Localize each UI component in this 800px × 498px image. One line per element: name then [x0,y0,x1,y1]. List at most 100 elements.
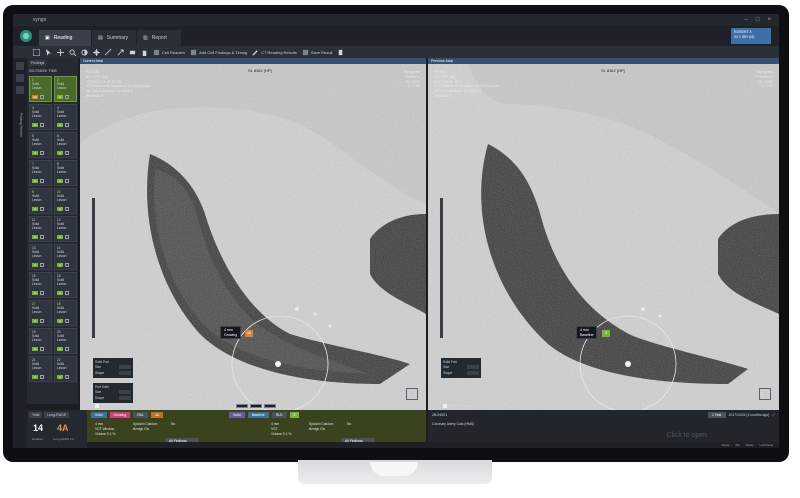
list-icon[interactable] [16,74,24,82]
select-checkbox[interactable] [40,179,44,183]
size-selector[interactable] [119,390,131,394]
finding-card[interactable]: 21 Solid Lesion 2 [29,356,52,382]
pan-tool-button[interactable] [57,48,64,56]
finding-card[interactable]: 4 Solid Lesion 2 [54,104,77,130]
finding-card[interactable]: 13 Solid Lesion 2 [29,244,52,270]
measure-tool-button[interactable] [105,48,112,56]
finding-card[interactable]: 16 Solid Lesion 2 [54,272,77,298]
finding-card[interactable]: 1 Solid Lesion 4A [29,76,52,102]
finding-card[interactable]: 9 Solid Lesion 2 [29,188,52,214]
checkbox-box[interactable] [443,404,447,408]
select-checkbox[interactable] [40,347,44,351]
category-pill[interactable]: 3 [289,412,300,418]
select-checkbox[interactable] [40,291,44,295]
finding-card[interactable]: 10 Solid Lesion 2 [54,188,77,214]
save-result-button[interactable]: Save Result [302,49,332,56]
mini-button-3[interactable] [264,404,276,408]
current-axial-viewport[interactable]: Current Axial ST0031 0Y / 43Y (M) 2018/0… [80,58,426,410]
tab-summary[interactable]: ▤ Summary [92,30,136,46]
size-selector[interactable] [467,365,479,369]
slice-scrollbar[interactable] [92,198,95,338]
finding-card[interactable]: 15 Solid Lesion 2 [29,272,52,298]
nodule-marker[interactable]: 3 [602,330,610,337]
comparison-row[interactable]: Coronary Artery Calc (HMS) [432,422,474,426]
finding-card[interactable]: 7 Solid Lesion 2 [29,160,52,186]
previous-axial-viewport[interactable]: Previous Axial ST0031 0Y / 43Y (M) 2017/… [428,58,779,410]
select-checkbox[interactable] [65,235,69,239]
relevant-result-checkbox[interactable]: Relevant Result [443,404,472,408]
crosshair-tool-button[interactable] [93,48,100,56]
orientation-icon[interactable]: ↕ [759,388,771,400]
orientation-icon[interactable]: ↕ [406,388,418,400]
minimize-icon[interactable]: – [745,17,748,23]
finding-card[interactable]: 3 Solid Lesion 2 [29,104,52,130]
layout-tool-button[interactable] [33,48,40,56]
type-pill[interactable]: Solid [91,412,107,418]
location-pill[interactable]: RUL [133,412,148,418]
select-checkbox[interactable] [40,375,44,379]
select-checkbox[interactable] [65,207,69,211]
location-pill[interactable]: RUL [271,412,287,418]
select-checkbox[interactable] [65,123,69,127]
add-findings-button[interactable]: Add Cell Findings & Timing [190,49,247,56]
mini-button-1[interactable] [236,404,248,408]
finding-card[interactable]: 19 Solid Lesion 2 [29,328,52,354]
select-checkbox[interactable] [40,207,44,211]
interval-selector[interactable]: 1 Year [707,412,726,418]
slice-scrollbar[interactable] [440,198,443,338]
finding-card[interactable]: 12 Solid Lesion 2 [54,216,77,242]
annotate-tool-button[interactable] [117,48,124,56]
export-button[interactable] [337,49,344,56]
finding-card[interactable]: 11 Solid Lesion 2 [29,216,52,242]
status-pill[interactable]: Baseline [247,412,269,418]
finding-card[interactable]: 20 Solid Lesion 2 [54,328,77,354]
select-checkbox[interactable] [40,235,44,239]
finding-card[interactable]: 2 Solid Lesion 3 [54,76,77,102]
shape-selector[interactable] [119,371,131,375]
mini-button-2[interactable] [250,404,262,408]
grid-icon[interactable] [16,62,24,70]
finding-card[interactable]: 8 Solid Lesion 2 [54,160,77,186]
select-checkbox[interactable] [65,375,69,379]
nodule-marker[interactable]: 4A [245,330,253,337]
maximize-icon[interactable]: □ [756,17,760,23]
shape-selector[interactable] [467,371,479,375]
select-checkbox[interactable] [65,263,69,267]
checkbox-box[interactable] [95,404,99,408]
select-checkbox[interactable] [40,95,44,99]
settings-icon[interactable] [16,86,24,94]
finding-card[interactable]: 5 Solid Lesion 3 [29,132,52,158]
findings-header-label[interactable]: Findings [29,60,47,66]
select-checkbox[interactable] [65,151,69,155]
reading-results-button[interactable]: CT Reading Results [252,49,297,56]
tab-total[interactable]: Total [29,412,43,418]
finding-card[interactable]: 22 Solid Lesion 2 [54,356,77,382]
select-checkbox[interactable] [40,123,44,127]
relevant-result-checkbox[interactable]: Relevant Result [95,404,124,408]
mip-tool-button[interactable] [129,49,136,56]
zoom-tool-button[interactable] [69,48,76,56]
select-checkbox[interactable] [40,263,44,267]
cell-readers-button[interactable]: Cell Readers [153,49,185,56]
select-checkbox[interactable] [40,319,44,323]
pointer-tool-button[interactable] [45,48,52,56]
select-checkbox[interactable] [65,319,69,323]
category-pill[interactable]: 4A [150,412,164,418]
finding-card[interactable]: 6 Solid Lesion 2 [54,132,77,158]
select-checkbox[interactable] [65,347,69,351]
shape-selector[interactable] [119,396,131,400]
status-pill[interactable]: Growing [109,412,131,418]
type-pill[interactable]: Solid [229,412,245,418]
delete-tool-button[interactable] [141,49,148,56]
tab-lungrads[interactable]: Lung-RADS [44,412,70,418]
tab-reading[interactable]: ▣ Reading [39,30,91,46]
select-checkbox[interactable] [65,95,69,99]
finding-card[interactable]: 18 Solid Lesion 2 [54,300,77,326]
patient-info-box[interactable]: ROBERT X 34 Y 85Y (M) [731,28,771,44]
select-checkbox[interactable] [65,291,69,295]
size-selector[interactable] [119,365,131,369]
open-placeholder[interactable]: Click to open [667,432,707,439]
window-level-tool-button[interactable] [81,48,88,56]
tab-report[interactable]: ▥ Report [137,30,181,46]
finding-card[interactable]: 17 Solid Lesion 2 [29,300,52,326]
